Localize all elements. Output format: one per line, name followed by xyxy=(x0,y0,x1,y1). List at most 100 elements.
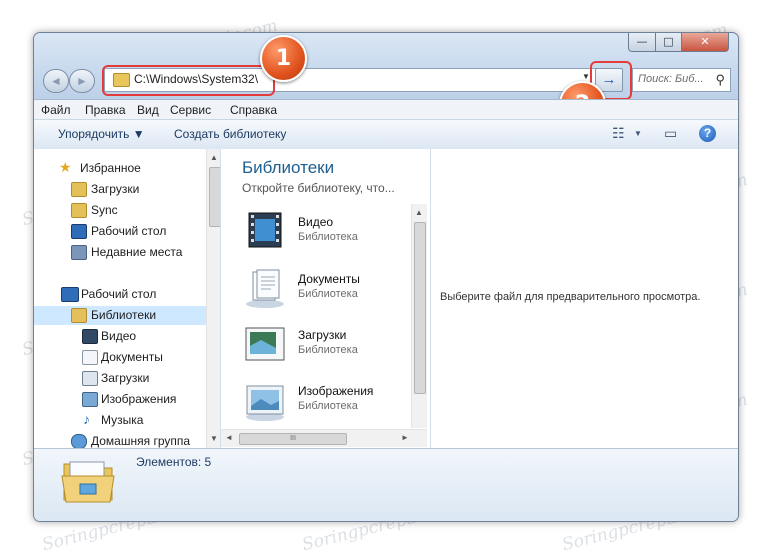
libraries-pane: Библиотеки Откройте библиотеку, что... В… xyxy=(221,149,429,448)
scroll-up-icon[interactable]: ▲ xyxy=(210,153,218,162)
back-button[interactable]: ◄ xyxy=(43,69,69,93)
libraries-horizontal-scrollbar[interactable]: ◄ III ► xyxy=(221,429,427,447)
content-area: ★ Избранное Загрузки Sync Рабочий стол Н… xyxy=(34,149,738,448)
documents-library-icon xyxy=(246,269,284,308)
sidebar-item-label: Недавние места xyxy=(91,245,183,259)
library-name: Видео xyxy=(298,215,334,229)
library-type: Библиотека xyxy=(298,344,358,356)
organize-button[interactable]: Упорядочить ▼ xyxy=(58,127,145,141)
maximize-button[interactable]: □ xyxy=(655,33,682,52)
sidebar-item-desktop-fav[interactable]: Рабочий стол xyxy=(34,222,206,241)
library-type: Библиотека xyxy=(298,288,358,300)
search-icon[interactable]: ⚲ xyxy=(715,72,725,88)
views-dropdown-icon[interactable]: ▼ xyxy=(634,129,642,138)
library-item-pictures[interactable]: Изображения Библиотека xyxy=(243,378,413,430)
pictures-library-icon xyxy=(246,385,284,421)
recent-places-icon xyxy=(71,245,87,260)
command-bar: Упорядочить ▼ Создать библиотеку ☷ ▼ ▭ ? xyxy=(34,119,738,150)
search-placeholder: Поиск: Биб... xyxy=(638,73,704,85)
scroll-thumb[interactable] xyxy=(414,222,426,394)
homegroup-icon xyxy=(71,434,87,448)
libraries-title: Библиотеки xyxy=(242,158,335,177)
downloads-library-icon xyxy=(245,327,285,361)
sidebar-item-libraries[interactable]: Библиотеки xyxy=(34,306,206,325)
preview-message: Выберите файл для предварительного просм… xyxy=(440,291,701,303)
views-icon[interactable]: ☷ xyxy=(612,125,625,142)
sidebar-item-label: Загрузки xyxy=(91,182,140,196)
sidebar-item-label: Рабочий стол xyxy=(81,287,157,301)
folder-icon xyxy=(71,203,87,218)
sidebar-item-downloads-lib[interactable]: Загрузки xyxy=(34,369,206,388)
address-highlight-frame xyxy=(102,65,275,96)
library-item-documents[interactable]: Документы Библиотека xyxy=(243,266,413,318)
sidebar-item-favorites[interactable]: ★ Избранное xyxy=(34,159,206,178)
menu-help[interactable]: Справка xyxy=(230,103,277,117)
new-library-button[interactable]: Создать библиотеку xyxy=(174,127,286,141)
menu-edit[interactable]: Правка xyxy=(85,103,126,117)
scroll-thumb[interactable] xyxy=(209,167,220,227)
navigation-pane: ★ Избранное Загрузки Sync Рабочий стол Н… xyxy=(34,149,221,448)
library-name: Документы xyxy=(298,272,360,286)
menu-view[interactable]: Вид xyxy=(137,103,159,117)
pictures-library-icon xyxy=(82,392,98,407)
downloads-library-icon xyxy=(82,371,98,386)
scroll-down-icon[interactable]: ▼ xyxy=(210,434,218,443)
sidebar-item-label: Музыка xyxy=(101,413,144,427)
explorer-window: — □ ✕ ◄ ► C:\Windows\System32\ ▼ → Поиск… xyxy=(33,32,739,522)
sidebar-scrollbar[interactable]: ▲ ▼ xyxy=(206,149,220,448)
sidebar-item-video[interactable]: Видео xyxy=(34,327,206,346)
desktop-icon xyxy=(71,224,87,239)
minimize-button[interactable]: — xyxy=(628,33,656,52)
library-item-downloads[interactable]: Загрузки Библиотека xyxy=(243,322,413,374)
downloads-folder-icon xyxy=(71,182,87,197)
sidebar-item-recent[interactable]: Недавние места xyxy=(34,243,206,262)
menu-tools[interactable]: Сервис xyxy=(170,103,211,117)
help-icon[interactable]: ? xyxy=(699,125,716,142)
sidebar-item-label: Документы xyxy=(101,350,163,364)
sidebar-item-label: Видео xyxy=(101,329,137,343)
close-button[interactable]: ✕ xyxy=(681,33,729,52)
desktop-icon xyxy=(61,287,79,302)
forward-button[interactable]: ► xyxy=(69,69,95,93)
step-badge-1: 1 xyxy=(260,35,307,82)
star-icon: ★ xyxy=(59,159,72,175)
search-input[interactable]: Поиск: Биб... ⚲ xyxy=(632,68,731,92)
sidebar-item-sync[interactable]: Sync xyxy=(34,201,206,220)
sidebar-item-label: Домашняя группа xyxy=(91,434,191,448)
libraries-icon xyxy=(71,308,87,323)
sidebar-item-label: Изображения xyxy=(101,392,177,406)
library-name: Изображения xyxy=(298,384,374,398)
preview-pane-icon[interactable]: ▭ xyxy=(664,125,677,142)
documents-library-icon xyxy=(82,350,98,365)
library-type: Библиотека xyxy=(298,400,358,412)
library-item-video[interactable]: Видео Библиотека xyxy=(243,209,413,261)
scroll-up-icon[interactable]: ▲ xyxy=(415,208,423,217)
sidebar-item-documents[interactable]: Документы xyxy=(34,348,206,367)
items-count: Элементов: 5 xyxy=(136,455,212,469)
video-library-icon xyxy=(248,212,282,248)
scroll-right-icon[interactable]: ► xyxy=(401,433,409,442)
libraries-subtitle: Откройте библиотеку, что... xyxy=(242,181,395,195)
sidebar-item-label: Рабочий стол xyxy=(91,224,167,238)
scroll-thumb[interactable]: III xyxy=(239,433,347,445)
library-type: Библиотека xyxy=(298,231,358,243)
library-name: Загрузки xyxy=(298,328,347,342)
sidebar-item-pictures[interactable]: Изображения xyxy=(34,390,206,409)
scroll-left-icon[interactable]: ◄ xyxy=(225,433,233,442)
details-pane: Элементов: 5 xyxy=(34,448,738,521)
address-dropdown-icon[interactable]: ▼ xyxy=(582,72,590,81)
menu-file[interactable]: Файл xyxy=(41,103,71,117)
sidebar-item-music[interactable]: ♪ Музыка xyxy=(34,411,206,430)
music-note-icon: ♪ xyxy=(83,411,90,427)
video-library-icon xyxy=(82,329,98,344)
preview-pane: Выберите файл для предварительного просм… xyxy=(430,149,738,448)
address-bar[interactable]: C:\Windows\System32\ xyxy=(102,65,599,96)
sidebar-item-label: Загрузки xyxy=(101,371,150,385)
sidebar-item-label: Библиотеки xyxy=(91,308,157,322)
sidebar-item-downloads[interactable]: Загрузки xyxy=(34,180,206,199)
menu-bar: Файл Правка Вид Сервис Справка xyxy=(34,99,738,120)
sidebar-item-desktop[interactable]: Рабочий стол xyxy=(34,285,206,304)
libraries-folder-icon xyxy=(61,461,115,503)
libraries-vertical-scrollbar[interactable]: ▲ xyxy=(411,204,427,428)
sidebar-item-homegroup[interactable]: Домашняя группа xyxy=(34,432,206,448)
